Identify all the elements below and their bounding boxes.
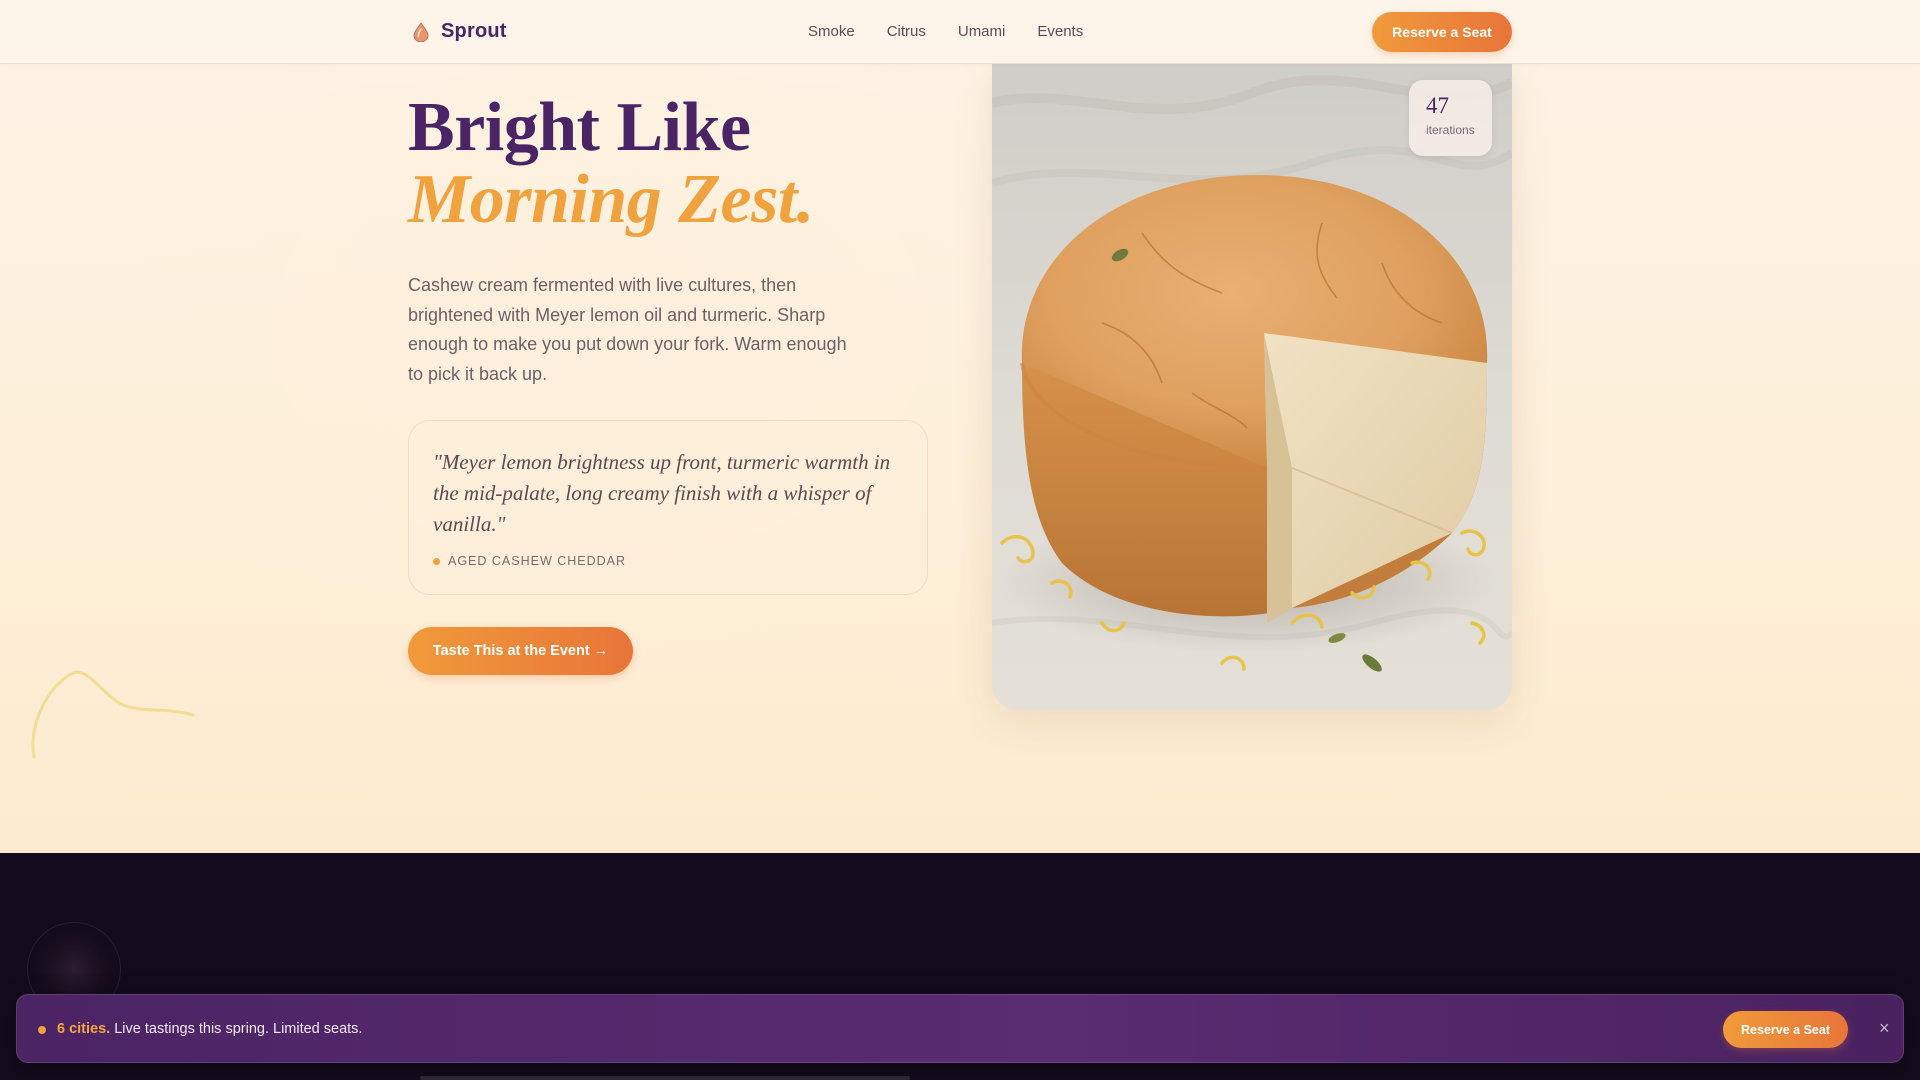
hero-title-line1: Bright Like (408, 89, 751, 166)
close-icon[interactable]: × (1879, 1018, 1890, 1038)
scroll-indicator (420, 1076, 910, 1080)
taste-at-event-button[interactable]: Taste This at the Event → (408, 627, 633, 675)
hero-title: Bright Like Morning Zest. (408, 92, 814, 236)
brand-logo[interactable]: Sprout (412, 20, 507, 43)
brand-name: Sprout (441, 20, 507, 42)
nav-link-citrus[interactable]: Citrus (887, 23, 926, 40)
promo-text: Live tastings this spring. Limited seats… (110, 1021, 363, 1037)
iterations-label: iterations (1426, 123, 1475, 137)
tasting-quote: "Meyer lemon brightness up front, turmer… (433, 450, 891, 536)
iterations-badge: 47 iterations (1409, 80, 1492, 156)
squiggle-decoration (31, 670, 195, 759)
iterations-count: 47 (1426, 93, 1449, 118)
nav-link-smoke[interactable]: Smoke (808, 23, 855, 40)
promo-reserve-button[interactable]: Reserve a Seat (1723, 1011, 1848, 1048)
nav-link-events[interactable]: Events (1037, 23, 1083, 40)
tasting-quote-card: "Meyer lemon brightness up front, turmer… (408, 420, 928, 595)
reserve-seat-button[interactable]: Reserve a Seat (1372, 12, 1512, 52)
promo-message: 6 cities. Live tastings this spring. Lim… (57, 1021, 362, 1037)
hero-section (0, 0, 1920, 853)
sprout-drop-icon (413, 21, 429, 42)
nav-link-umami[interactable]: Umami (958, 23, 1006, 40)
bullet-dot-icon (433, 557, 440, 565)
nav-links: Smoke Citrus Umami Events (808, 23, 1083, 40)
status-dot-icon (38, 1026, 46, 1034)
top-nav: Sprout Smoke Citrus Umami Events Reserve… (0, 0, 1920, 64)
promo-highlight: 6 cities. (57, 1021, 111, 1037)
cheese-image (992, 63, 1512, 710)
promo-banner: 6 cities. Live tastings this spring. Lim… (16, 994, 1904, 1063)
quote-source-label: AGED CASHEW CHEDDAR (448, 554, 627, 568)
hero-title-line2: Morning Zest. (408, 161, 814, 238)
quote-source: AGED CASHEW CHEDDAR (433, 554, 903, 568)
hero-description: Cashew cream fermented with live culture… (408, 275, 847, 384)
